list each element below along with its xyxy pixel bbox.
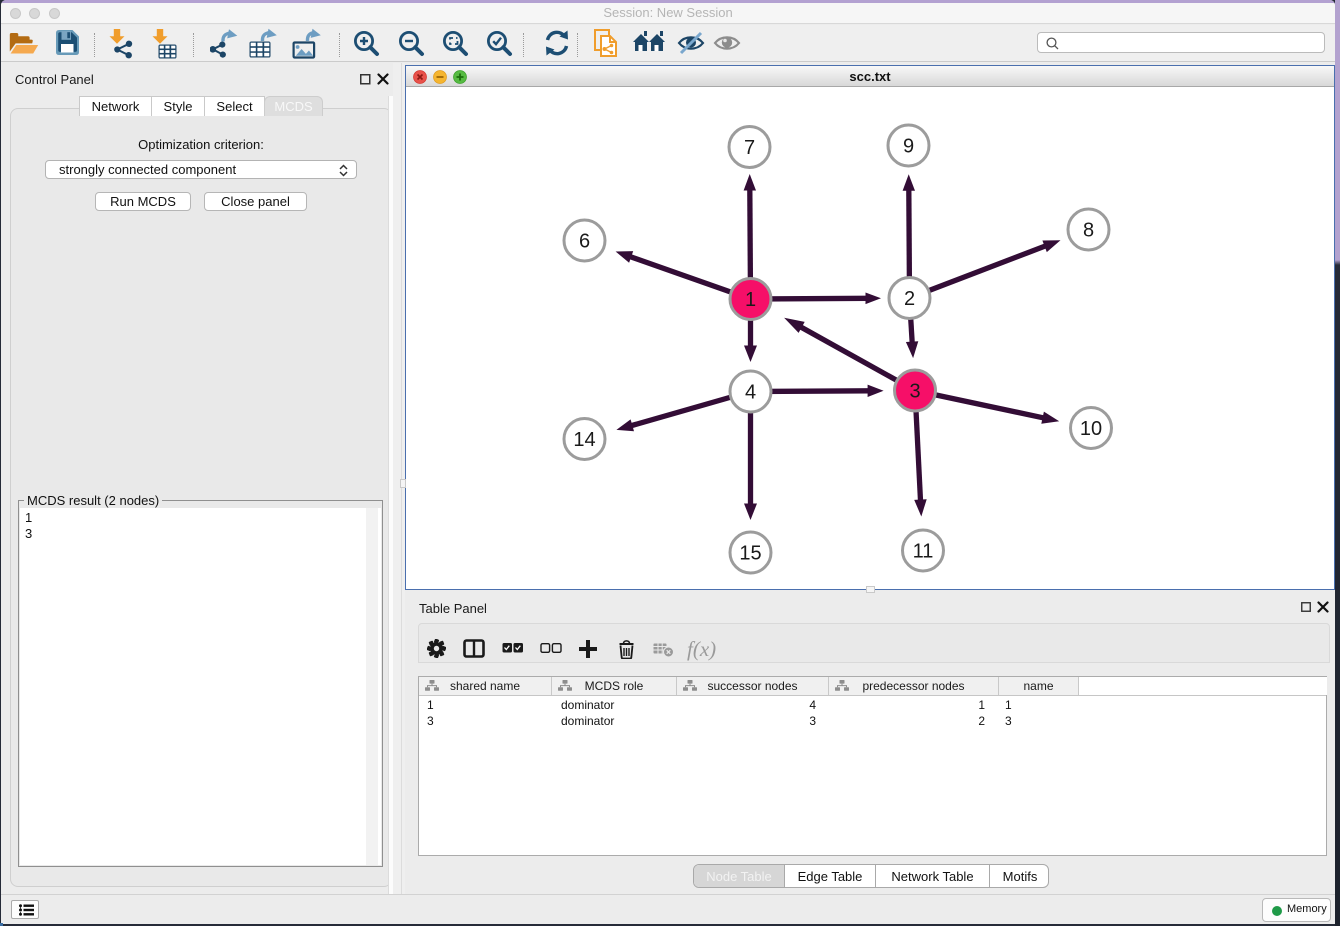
svg-text:6: 6 bbox=[579, 231, 590, 253]
svg-text:2: 2 bbox=[904, 288, 915, 310]
svg-text:11: 11 bbox=[913, 541, 934, 563]
svg-text:7: 7 bbox=[744, 137, 755, 159]
svg-text:1: 1 bbox=[745, 289, 756, 311]
svg-text:9: 9 bbox=[903, 136, 914, 158]
svg-text:8: 8 bbox=[1083, 220, 1094, 242]
svg-text:15: 15 bbox=[739, 543, 761, 565]
svg-text:3: 3 bbox=[909, 381, 920, 403]
svg-text:10: 10 bbox=[1080, 418, 1102, 440]
svg-text:14: 14 bbox=[573, 429, 595, 451]
svg-text:4: 4 bbox=[745, 382, 756, 404]
